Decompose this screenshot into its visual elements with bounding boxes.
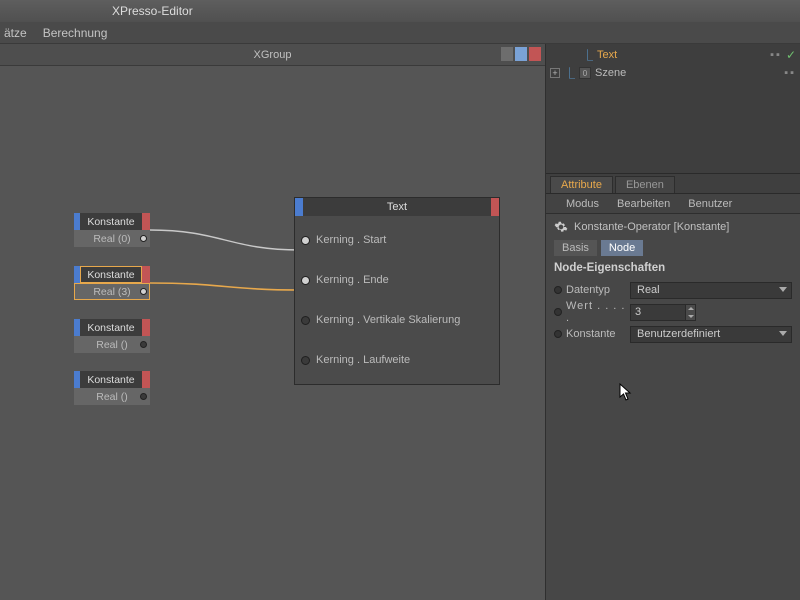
node-konstante-3[interactable]: Konstante Real () (74, 371, 150, 405)
node-konstante-2[interactable]: Konstante Real () (74, 319, 150, 353)
subtab-node[interactable]: Node (601, 240, 643, 256)
node-value: Real (0) (93, 233, 130, 245)
input-port-kerning-laufweite[interactable] (301, 356, 310, 365)
node-text[interactable]: Text Kerning . Start Kerning . Ende Kern… (294, 197, 500, 385)
node-value: Real (3) (93, 286, 130, 298)
chevron-down-icon (779, 331, 787, 336)
port-label: Kerning . Vertikale Skalierung (316, 314, 460, 326)
label-konstante: Konstante (566, 328, 626, 340)
output-port[interactable] (140, 235, 147, 242)
move-icon[interactable] (501, 47, 513, 61)
output-port[interactable] (140, 341, 147, 348)
menu-bar: ätze Berechnung (0, 22, 800, 44)
tree-row-text[interactable]: ⎿ Text ▪▪ ✓ (550, 46, 796, 64)
subtab-basis[interactable]: Basis (554, 240, 597, 256)
node-title: Konstante (80, 213, 142, 230)
tab-attribute[interactable]: Attribute (550, 176, 613, 193)
tab-ebenen[interactable]: Ebenen (615, 176, 675, 193)
dropdown-value: Real (637, 284, 660, 296)
label-wert: Wert . . . . . (566, 300, 626, 324)
menu-item-berechnung[interactable]: Berechnung (43, 26, 108, 40)
object-tree[interactable]: ⎿ Text ▪▪ ✓ + ⎿ 0 Szene ▪▪ (546, 44, 800, 174)
window-title: XPresso-Editor (112, 4, 193, 18)
layer-dots-icon[interactable]: ▪▪ (784, 67, 796, 79)
input-wert[interactable]: 3 (630, 304, 696, 321)
output-port[interactable] (140, 288, 147, 295)
port-label: Kerning . Ende (316, 274, 389, 286)
anim-bullet[interactable] (554, 308, 562, 316)
header-red-chip[interactable] (529, 47, 541, 61)
menu-item-aetze[interactable]: ätze (4, 26, 27, 40)
window-titlebar: XPresso-Editor (0, 0, 800, 22)
port-label: Kerning . Laufweite (316, 354, 410, 366)
menu-modus[interactable]: Modus (566, 198, 599, 210)
operator-header: Konstante-Operator [Konstante] (574, 221, 729, 233)
right-panel: ⎿ Text ▪▪ ✓ + ⎿ 0 Szene ▪▪ Attribute Ebe… (546, 44, 800, 600)
count-badge: 0 (579, 67, 591, 79)
chevron-down-icon (779, 287, 787, 292)
attribute-menu: Modus Bearbeiten Benutzer (546, 194, 800, 214)
dropdown-value: Benutzerdefiniert (637, 328, 720, 340)
tree-item-label: Text (597, 49, 617, 61)
node-konstante-0[interactable]: Konstante Real (0) (74, 213, 150, 247)
node-title: Konstante (80, 319, 142, 336)
attribute-body: Konstante-Operator [Konstante] Basis Nod… (546, 214, 800, 600)
attribute-tabs: Attribute Ebenen (546, 174, 800, 194)
label-datentyp: Datentyp (566, 284, 626, 296)
node-canvas[interactable]: Konstante Real (0) Konstante Real (3) Ko… (0, 66, 545, 600)
tree-item-label: Szene (595, 67, 626, 79)
dropdown-datentyp[interactable]: Real (630, 282, 792, 299)
node-title: Text (303, 198, 491, 216)
check-icon[interactable]: ✓ (786, 48, 796, 62)
menu-bearbeiten[interactable]: Bearbeiten (617, 198, 670, 210)
stepper-icon[interactable] (685, 305, 695, 320)
node-konstante-1[interactable]: Konstante Real (3) (74, 266, 150, 300)
section-title: Node-Eigenschaften (554, 262, 792, 274)
node-value: Real () (96, 391, 128, 403)
expand-icon[interactable]: + (550, 68, 560, 78)
layer-dots-icon[interactable]: ▪▪ (770, 49, 782, 61)
dropdown-konstante[interactable]: Benutzerdefiniert (630, 326, 792, 343)
editor-header: XGroup (0, 44, 545, 66)
group-title: XGroup (254, 49, 292, 61)
node-value: Real () (96, 339, 128, 351)
xpresso-editor-pane: XGroup Konstante Real (0) Konstante Real… (0, 44, 546, 600)
output-port[interactable] (140, 393, 147, 400)
gear-icon (554, 220, 568, 234)
input-port-kerning-vskal[interactable] (301, 316, 310, 325)
input-port-kerning-start[interactable] (301, 236, 310, 245)
tree-row-szene[interactable]: + ⎿ 0 Szene ▪▪ (550, 64, 796, 82)
anim-bullet[interactable] (554, 330, 562, 338)
input-value: 3 (635, 306, 641, 318)
node-title: Konstante (80, 266, 142, 283)
port-label: Kerning . Start (316, 234, 386, 246)
anim-bullet[interactable] (554, 286, 562, 294)
node-title: Konstante (80, 371, 142, 388)
input-port-kerning-ende[interactable] (301, 276, 310, 285)
menu-benutzer[interactable]: Benutzer (688, 198, 732, 210)
header-blue-chip[interactable] (515, 47, 527, 61)
